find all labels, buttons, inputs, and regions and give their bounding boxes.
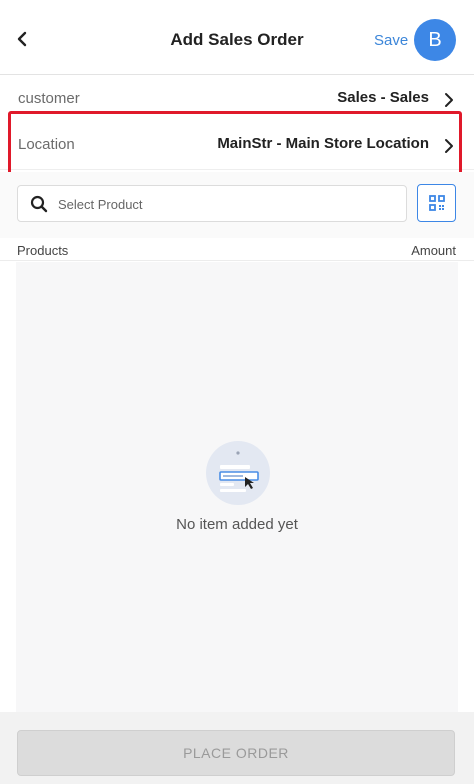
- customer-row[interactable]: customer Sales - Sales: [0, 76, 474, 114]
- amount-column-label: Amount: [411, 243, 456, 258]
- chevron-right-icon: [445, 139, 453, 153]
- chevron-right-icon: [445, 93, 453, 107]
- avatar[interactable]: B: [414, 19, 456, 61]
- location-row[interactable]: Location MainStr - Main Store Location: [0, 114, 474, 170]
- app-header: Add Sales Order Save B: [0, 0, 474, 75]
- search-input[interactable]: [58, 194, 388, 214]
- search-icon: [30, 195, 48, 213]
- products-column-label: Products: [17, 243, 69, 258]
- product-search-field[interactable]: [17, 185, 407, 222]
- location-value: MainStr - Main Store Location: [217, 135, 429, 152]
- customer-value: Sales - Sales: [337, 89, 429, 106]
- location-label: Location: [18, 136, 75, 153]
- save-button[interactable]: Save: [374, 32, 408, 49]
- place-order-button[interactable]: PLACE ORDER: [17, 730, 455, 776]
- column-header: Products Amount: [0, 238, 474, 261]
- empty-state-message: No item added yet: [176, 516, 298, 533]
- qr-code-icon: [428, 195, 445, 211]
- empty-list-icon: [206, 441, 270, 505]
- scan-button[interactable]: [417, 184, 456, 222]
- customer-label: customer: [18, 90, 80, 107]
